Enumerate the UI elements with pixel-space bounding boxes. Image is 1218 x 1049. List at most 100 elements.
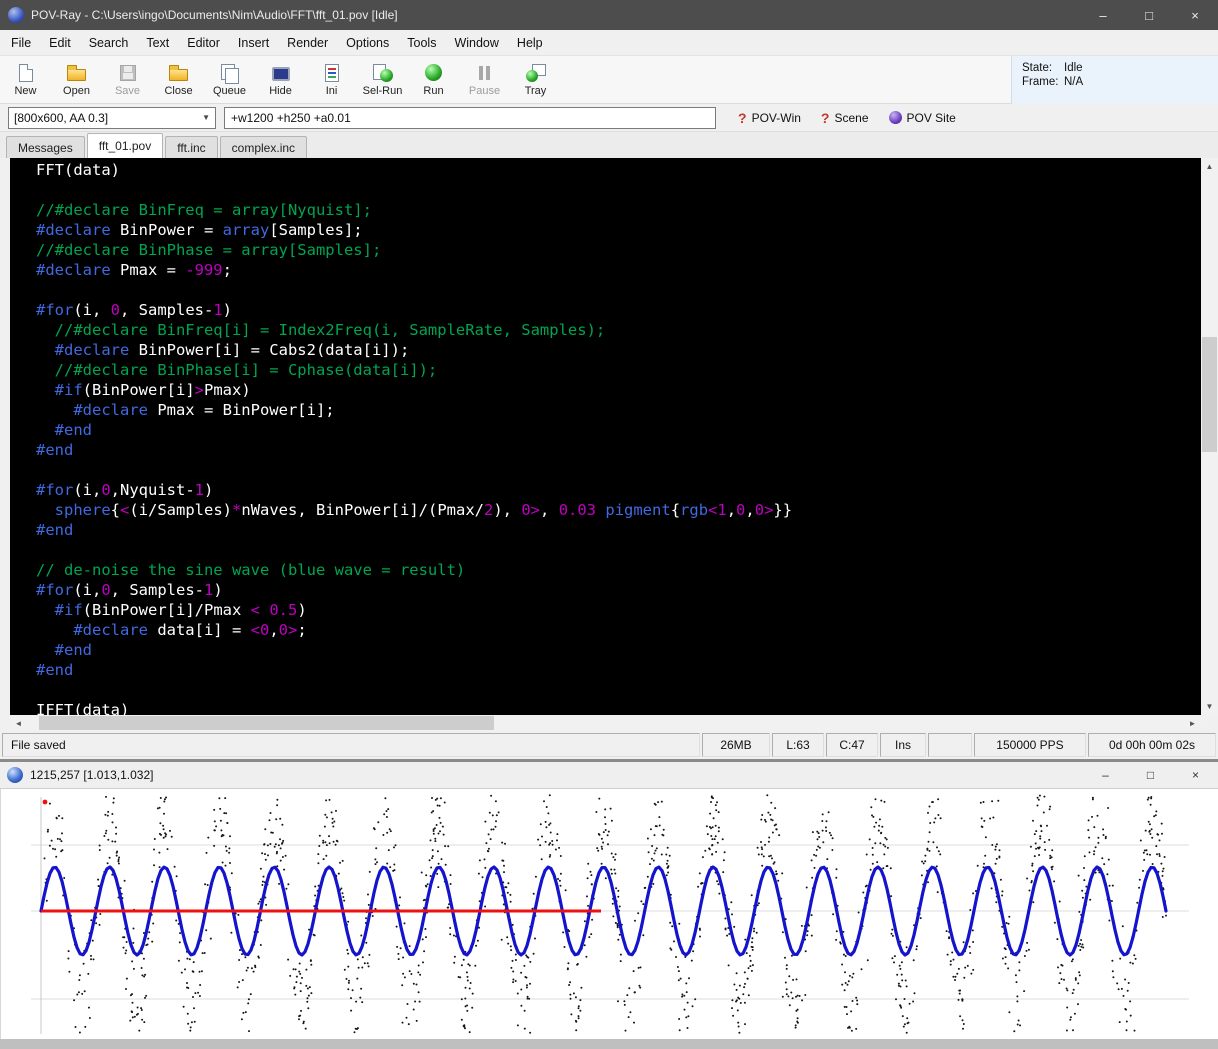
titlebar: POV-Ray - C:\Users\ingo\Documents\Nim\Au…	[0, 0, 1218, 30]
resolution-preset-dropdown[interactable]: [800x600, AA 0.3] ▼	[8, 107, 216, 129]
horizontal-scroll-track[interactable]	[27, 715, 1184, 731]
save-floppy-icon	[117, 63, 139, 83]
window-title: POV-Ray - C:\Users\ingo\Documents\Nim\Au…	[31, 8, 1080, 22]
code-editor: FFT(data) //#declare BinFreq = array[Nyq…	[0, 158, 1218, 715]
vertical-scrollbar[interactable]: ▲ ▼	[1201, 158, 1218, 715]
save-button: Save	[102, 56, 153, 103]
render-close-button[interactable]: ×	[1173, 762, 1218, 788]
scroll-right-icon[interactable]: ►	[1184, 715, 1201, 732]
editor-tabbar: Messages fft_01.pov fft.inc complex.inc	[0, 132, 1218, 158]
menu-insert[interactable]: Insert	[229, 30, 278, 55]
state-value: Idle	[1064, 61, 1083, 75]
run-sphere-icon	[423, 63, 445, 83]
new-button[interactable]: New	[0, 56, 51, 103]
frame-value: N/A	[1064, 75, 1083, 89]
maximize-button[interactable]: □	[1126, 0, 1172, 30]
menu-tools[interactable]: Tools	[398, 30, 445, 55]
hide-button-label: Hide	[269, 85, 292, 97]
render-state-panel: State: Idle Frame: N/A	[1011, 56, 1218, 104]
render-window-frame	[0, 1039, 1218, 1049]
toolbar: New Open Save Close Queue Hide Ini Sel-	[0, 56, 1218, 104]
render-window-title: 1215,257 [1.013,1.032]	[30, 768, 153, 782]
menu-render[interactable]: Render	[278, 30, 337, 55]
scroll-up-icon[interactable]: ▲	[1201, 158, 1218, 175]
status-memory: 26MB	[702, 733, 770, 757]
render-minimize-button[interactable]: –	[1083, 762, 1128, 788]
pov-site-link[interactable]: POV Site	[889, 111, 956, 125]
queue-button-label: Queue	[213, 85, 246, 97]
horizontal-scroll-thumb[interactable]	[39, 716, 494, 730]
render-window-icon	[7, 767, 23, 783]
render-canvas-svg	[1, 789, 1201, 1039]
ini-button-label: Ini	[326, 85, 338, 97]
minimize-button[interactable]: –	[1080, 0, 1126, 30]
tab-messages[interactable]: Messages	[6, 136, 85, 158]
save-button-label: Save	[115, 85, 140, 97]
vertical-scroll-track[interactable]	[1201, 175, 1218, 698]
tab-fft01-pov[interactable]: fft_01.pov	[87, 133, 164, 158]
status-empty	[928, 733, 972, 757]
code-editor-surface[interactable]: FFT(data) //#declare BinFreq = array[Nyq…	[10, 158, 1201, 715]
tray-icon	[525, 63, 547, 83]
menu-file[interactable]: File	[2, 30, 40, 55]
status-elapsed-time: 0d 00h 00m 02s	[1088, 733, 1216, 757]
statusbar: File saved 26MB L:63 C:47 Ins 150000 PPS…	[0, 731, 1218, 759]
scroll-left-icon[interactable]: ◄	[10, 715, 27, 732]
close-file-icon	[168, 63, 190, 83]
frame-label: Frame:	[1022, 75, 1064, 89]
povray-main-window: POV-Ray - C:\Users\ingo\Documents\Nim\Au…	[0, 0, 1218, 759]
hide-window-icon	[270, 63, 292, 83]
pov-site-icon	[889, 111, 902, 124]
hide-button[interactable]: Hide	[255, 56, 306, 103]
sel-run-button[interactable]: Sel-Run	[357, 56, 408, 103]
render-preview-window: 1215,257 [1.013,1.032] – □ ×	[0, 762, 1218, 1049]
sel-run-button-label: Sel-Run	[363, 85, 403, 97]
menu-window[interactable]: Window	[445, 30, 507, 55]
render-maximize-button[interactable]: □	[1128, 762, 1173, 788]
open-folder-icon	[66, 63, 88, 83]
tray-button[interactable]: Tray	[510, 56, 561, 103]
pause-button: Pause	[459, 56, 510, 103]
close-button[interactable]: ×	[1172, 0, 1218, 30]
queue-icon	[219, 63, 241, 83]
menu-edit[interactable]: Edit	[40, 30, 80, 55]
queue-button[interactable]: Queue	[204, 56, 255, 103]
run-button-label: Run	[423, 85, 443, 97]
status-message: File saved	[2, 733, 700, 757]
resolution-preset-value: [800x600, AA 0.3]	[14, 111, 108, 125]
scroll-down-icon[interactable]: ▼	[1201, 698, 1218, 715]
vertical-scroll-thumb[interactable]	[1202, 337, 1217, 452]
status-insert-mode: Ins	[880, 733, 926, 757]
status-pps: 150000 PPS	[974, 733, 1086, 757]
ini-button[interactable]: Ini	[306, 56, 357, 103]
help-scene-link[interactable]: ? Scene	[821, 110, 869, 126]
render-window-titlebar: 1215,257 [1.013,1.032] – □ ×	[0, 762, 1218, 789]
menu-search[interactable]: Search	[80, 30, 138, 55]
menu-editor[interactable]: Editor	[178, 30, 229, 55]
help-scene-label: Scene	[834, 111, 868, 125]
horizontal-scrollbar[interactable]: ◄ ►	[10, 715, 1201, 731]
run-button[interactable]: Run	[408, 56, 459, 103]
close-file-button[interactable]: Close	[153, 56, 204, 103]
help-pov-win-link[interactable]: ? POV-Win	[738, 110, 801, 126]
status-line: L:63	[772, 733, 824, 757]
menu-options[interactable]: Options	[337, 30, 398, 55]
open-button[interactable]: Open	[51, 56, 102, 103]
command-bar: [800x600, AA 0.3] ▼ ? POV-Win ? Scene PO…	[0, 104, 1218, 132]
menu-text[interactable]: Text	[137, 30, 178, 55]
menu-help[interactable]: Help	[508, 30, 552, 55]
help-question-icon: ?	[821, 110, 830, 126]
selected-run-icon	[372, 63, 394, 83]
command-line-input[interactable]	[224, 107, 716, 129]
pov-site-label: POV Site	[907, 111, 956, 125]
close-file-button-label: Close	[164, 85, 192, 97]
povray-app-icon	[8, 7, 24, 23]
tab-fft-inc[interactable]: fft.inc	[165, 136, 217, 158]
new-document-icon	[15, 63, 37, 83]
code-content: FFT(data) //#declare BinFreq = array[Nyq…	[10, 158, 1201, 715]
tab-complex-inc[interactable]: complex.inc	[220, 136, 307, 158]
state-label: State:	[1022, 61, 1064, 75]
ini-file-icon	[321, 63, 343, 83]
help-question-icon: ?	[738, 110, 747, 126]
open-button-label: Open	[63, 85, 90, 97]
